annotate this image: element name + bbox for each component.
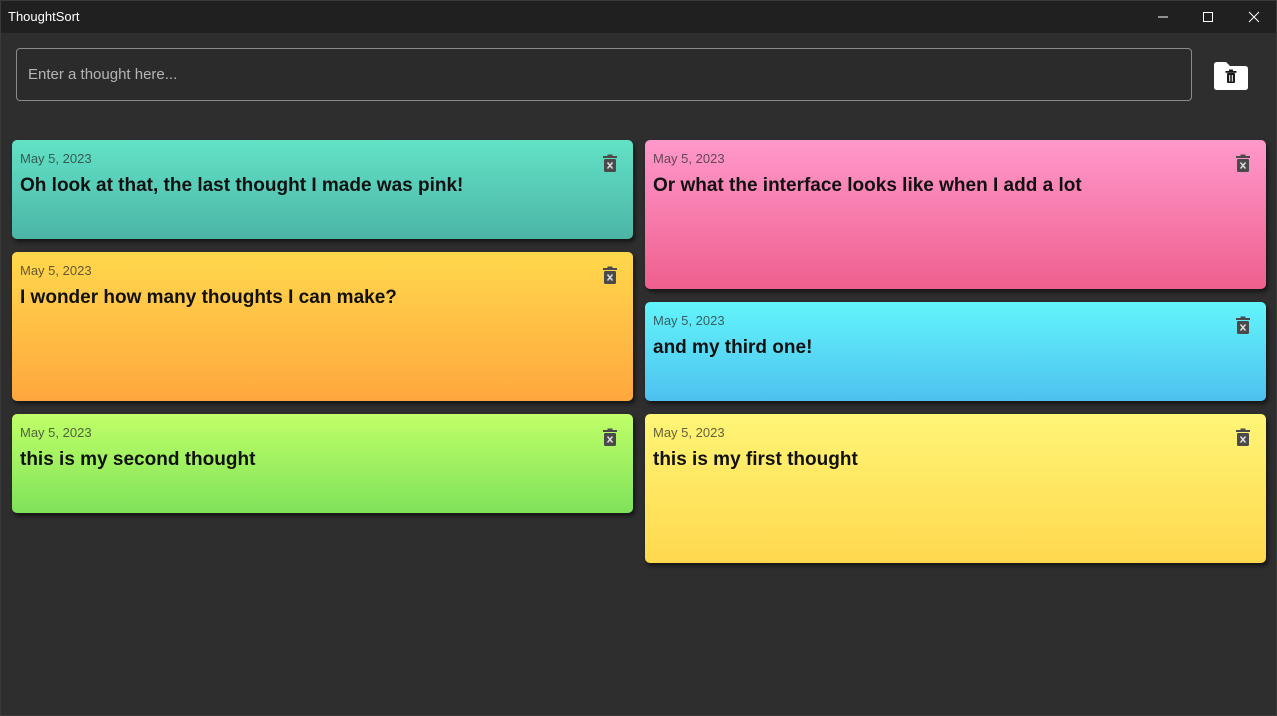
thought-date: May 5, 2023 [653,425,725,440]
delete-thought-icon[interactable] [1234,154,1252,172]
maximize-button[interactable] [1185,1,1231,33]
close-button[interactable] [1231,1,1277,33]
delete-thought-icon[interactable] [1234,316,1252,334]
delete-thought-icon[interactable] [601,428,619,446]
thought-card: May 5, 2023 this is my second thought [12,414,633,513]
thought-date: May 5, 2023 [20,151,92,166]
maximize-icon [1203,12,1213,22]
app-window: ThoughtSort Enter a thought here... May … [0,0,1277,716]
close-icon [1248,11,1260,23]
thought-card: May 5, 2023 and my third one! [645,302,1266,401]
thought-input[interactable] [17,49,1191,100]
delete-thought-icon[interactable] [601,154,619,172]
thought-text: this is my second thought [20,449,256,470]
thought-card: May 5, 2023 Oh look at that, the last th… [12,140,633,239]
thought-date: May 5, 2023 [653,313,725,328]
folder-trash-icon [1214,62,1248,90]
thought-text: and my third one! [653,337,813,358]
thought-text: I wonder how many thoughts I can make? [20,287,397,308]
delete-thought-icon[interactable] [1234,428,1252,446]
delete-thought-icon[interactable] [601,266,619,284]
thought-text: Or what the interface looks like when I … [653,175,1082,196]
thought-text: this is my first thought [653,449,858,470]
thought-text: Oh look at that, the last thought I made… [20,175,464,196]
thought-date: May 5, 2023 [653,151,725,166]
thought-card: May 5, 2023 this is my first thought [645,414,1266,563]
window-title: ThoughtSort [8,9,80,24]
title-bar: ThoughtSort [1,1,1276,33]
thought-date: May 5, 2023 [20,263,92,278]
thought-input-container [16,48,1192,101]
clear-all-button[interactable] [1212,60,1250,92]
minimize-icon [1158,16,1168,18]
thought-date: May 5, 2023 [20,425,92,440]
thought-card: May 5, 2023 I wonder how many thoughts I… [12,252,633,401]
thought-card: May 5, 2023 Or what the interface looks … [645,140,1266,289]
minimize-button[interactable] [1140,1,1186,33]
